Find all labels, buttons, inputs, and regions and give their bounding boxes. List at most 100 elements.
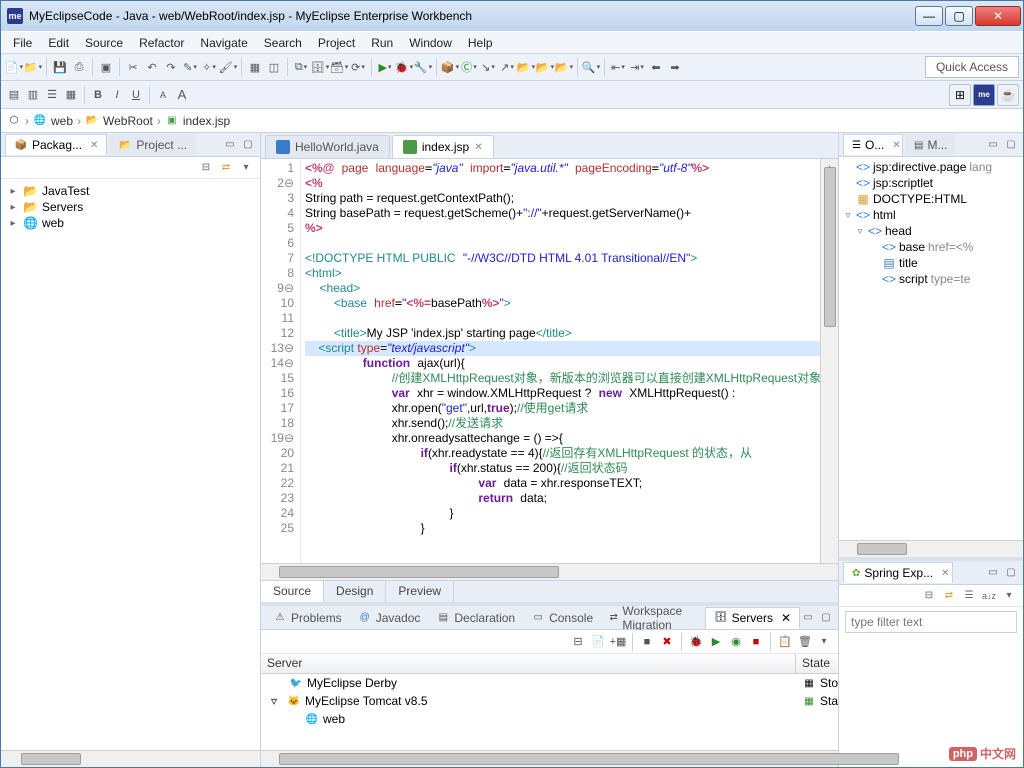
tab-console[interactable]: ▭Console <box>523 608 601 628</box>
maximize-view-icon[interactable]: ▢ <box>818 610 834 626</box>
debug-server-icon[interactable]: 🐞 <box>687 633 705 651</box>
link-icon[interactable]: ⇄ <box>941 588 957 604</box>
external-icon[interactable]: 🔧 <box>414 58 432 76</box>
sort-icon[interactable]: a↓z <box>981 588 997 604</box>
export-icon[interactable]: ↗ <box>498 58 516 76</box>
menu-file[interactable]: File <box>5 34 40 52</box>
editor-tab-index-jsp[interactable]: index.jsp ✕ <box>392 135 494 158</box>
align-left-icon[interactable]: ▤ <box>5 86 23 104</box>
v-scrollbar[interactable]: ▲ <box>820 159 838 563</box>
crumb-web[interactable]: web <box>51 114 73 128</box>
expand-icon[interactable]: ▸ <box>7 186 19 197</box>
new-server-icon[interactable]: 📄 <box>589 633 607 651</box>
minimize-button[interactable]: — <box>915 6 943 26</box>
refresh-icon[interactable]: ⟳ <box>349 58 367 76</box>
tab-spring-explorer[interactable]: ✿ Spring Exp... ✕ <box>843 562 953 583</box>
view-menu-icon[interactable]: ▾ <box>238 160 254 176</box>
forward-icon[interactable]: ➡ <box>666 58 684 76</box>
wand-icon[interactable]: ✎ <box>181 58 199 76</box>
outline-tree[interactable]: <>jsp:directive.page lang <>jsp:scriptle… <box>839 157 1023 540</box>
tab-minimap[interactable]: ▤ M... <box>905 134 955 155</box>
redo-icon[interactable]: ↷ <box>162 58 180 76</box>
minimize-view-icon[interactable]: ▭ <box>985 565 1001 581</box>
close-icon[interactable]: ✕ <box>474 142 482 153</box>
outline-item[interactable]: <>jsp:directive.page lang <box>839 159 1023 175</box>
db-icon[interactable]: 🗃 <box>330 58 348 76</box>
collapse-icon[interactable]: ▿ <box>843 210 853 221</box>
minimize-view-icon[interactable]: ▭ <box>985 137 1001 153</box>
outline-item[interactable]: ▿<>head <box>839 223 1023 239</box>
run-icon[interactable]: ▶ <box>376 58 394 76</box>
close-icon[interactable]: ✕ <box>781 611 791 625</box>
folder-icon[interactable]: 📂 <box>517 58 535 76</box>
server-row-tomcat[interactable]: ▿🐱MyEclipse Tomcat v8.5 ▦Started Synchro… <box>261 692 838 710</box>
server-row-derby[interactable]: 🐦MyEclipse Derby ▦Stopped <box>261 674 838 692</box>
stop-icon[interactable]: ■ <box>747 633 765 651</box>
editor-body[interactable]: 12⊖3456789⊖10111213⊖14⊖1516171819⊖202122… <box>261 159 838 563</box>
tab-servers[interactable]: 🗄Servers✕ <box>705 607 800 629</box>
col-server[interactable]: Server <box>261 654 796 673</box>
close-icon[interactable]: ✕ <box>90 140 98 151</box>
tab-package-explorer[interactable]: 📦 Packag... ✕ <box>5 134 107 155</box>
crumb-index[interactable]: index.jsp <box>183 114 230 128</box>
server-row-web[interactable]: 🌐web Synchronized <box>261 710 838 728</box>
myeclipse-perspective-icon[interactable]: me <box>973 84 995 106</box>
view-menu-icon[interactable]: ▾ <box>1001 588 1017 604</box>
outline-item[interactable]: <>jsp:scriptlet <box>839 175 1023 191</box>
outline-item[interactable]: ▤title <box>839 255 1023 271</box>
save-all-icon[interactable]: ⎙ <box>70 58 88 76</box>
outline-item[interactable]: <>base href=<% <box>839 239 1023 255</box>
close-icon[interactable]: ✕ <box>941 568 949 579</box>
tree-item-servers[interactable]: ▸ 📂 Servers <box>1 199 260 215</box>
folder3-icon[interactable]: 📂 <box>555 58 573 76</box>
add-deploy-icon[interactable]: +▦ <box>609 633 627 651</box>
crumb-webroot[interactable]: WebRoot <box>103 114 153 128</box>
menu-refactor[interactable]: Refactor <box>131 34 192 52</box>
profile-server-icon[interactable]: ◉ <box>727 633 745 651</box>
close-button[interactable]: ✕ <box>975 6 1021 26</box>
tree-item-javatest[interactable]: ▸ 📂 JavaTest <box>1 183 260 199</box>
publish-icon[interactable]: 📋 <box>776 633 794 651</box>
new-icon[interactable]: 📄 <box>5 58 23 76</box>
remove-icon[interactable]: ✖ <box>658 633 676 651</box>
folder2-icon[interactable]: 📂 <box>536 58 554 76</box>
maximize-view-icon[interactable]: ▢ <box>240 137 256 153</box>
h-scrollbar[interactable] <box>839 540 1023 557</box>
tab-problems[interactable]: ⚠Problems <box>265 608 350 628</box>
link-editor-icon[interactable]: ⇄ <box>218 160 234 176</box>
brush-icon[interactable]: 🖌 <box>219 58 237 76</box>
back-icon[interactable]: ⬅ <box>647 58 665 76</box>
collapse-icon[interactable]: ▿ <box>855 226 865 237</box>
menu-window[interactable]: Window <box>401 34 460 52</box>
filter-input[interactable] <box>845 611 1017 633</box>
deploy-icon[interactable]: ⧉ <box>292 58 310 76</box>
tab-project-explorer[interactable]: 📂 Project ... <box>109 134 196 155</box>
editor-h-scrollbar[interactable] <box>261 563 838 580</box>
package-icon[interactable]: 📦 <box>441 58 459 76</box>
code-area[interactable]: <%@ page language="java" import="java.ut… <box>301 159 820 563</box>
tab-source[interactable]: Source <box>261 581 324 602</box>
tab-design[interactable]: Design <box>324 581 386 602</box>
tab-declaration[interactable]: ▤Declaration <box>428 608 523 628</box>
valign-icon[interactable]: ☰ <box>43 86 61 104</box>
new-project-icon[interactable]: 📁 <box>24 58 42 76</box>
menu-project[interactable]: Project <box>310 34 363 52</box>
search-icon[interactable]: 🔍 <box>582 58 600 76</box>
stack-icon[interactable]: ▦ <box>62 86 80 104</box>
save-icon[interactable]: 💾 <box>51 58 69 76</box>
h-scrollbar[interactable] <box>261 750 838 767</box>
expand-icon[interactable]: ▿ <box>271 694 283 708</box>
maximize-view-icon[interactable]: ▢ <box>1003 137 1019 153</box>
java-perspective-icon[interactable]: ☕ <box>997 84 1019 106</box>
collapse-icon[interactable]: ⊟ <box>921 588 937 604</box>
stop-server-icon[interactable]: ■ <box>638 633 656 651</box>
bold-icon[interactable]: B <box>89 86 107 104</box>
close-icon[interactable]: ✕ <box>892 140 900 151</box>
collapse-icon[interactable]: ⊟ <box>569 633 587 651</box>
tab-outline[interactable]: ☰ O... ✕ <box>843 134 903 155</box>
package-tree[interactable]: ▸ 📂 JavaTest ▸ 📂 Servers ▸ 🌐 web <box>1 179 260 750</box>
menu-search[interactable]: Search <box>256 34 310 52</box>
open-perspective-icon[interactable]: ⊞ <box>949 84 971 106</box>
col-state[interactable]: State <box>796 654 838 673</box>
menu-run[interactable]: Run <box>363 34 401 52</box>
